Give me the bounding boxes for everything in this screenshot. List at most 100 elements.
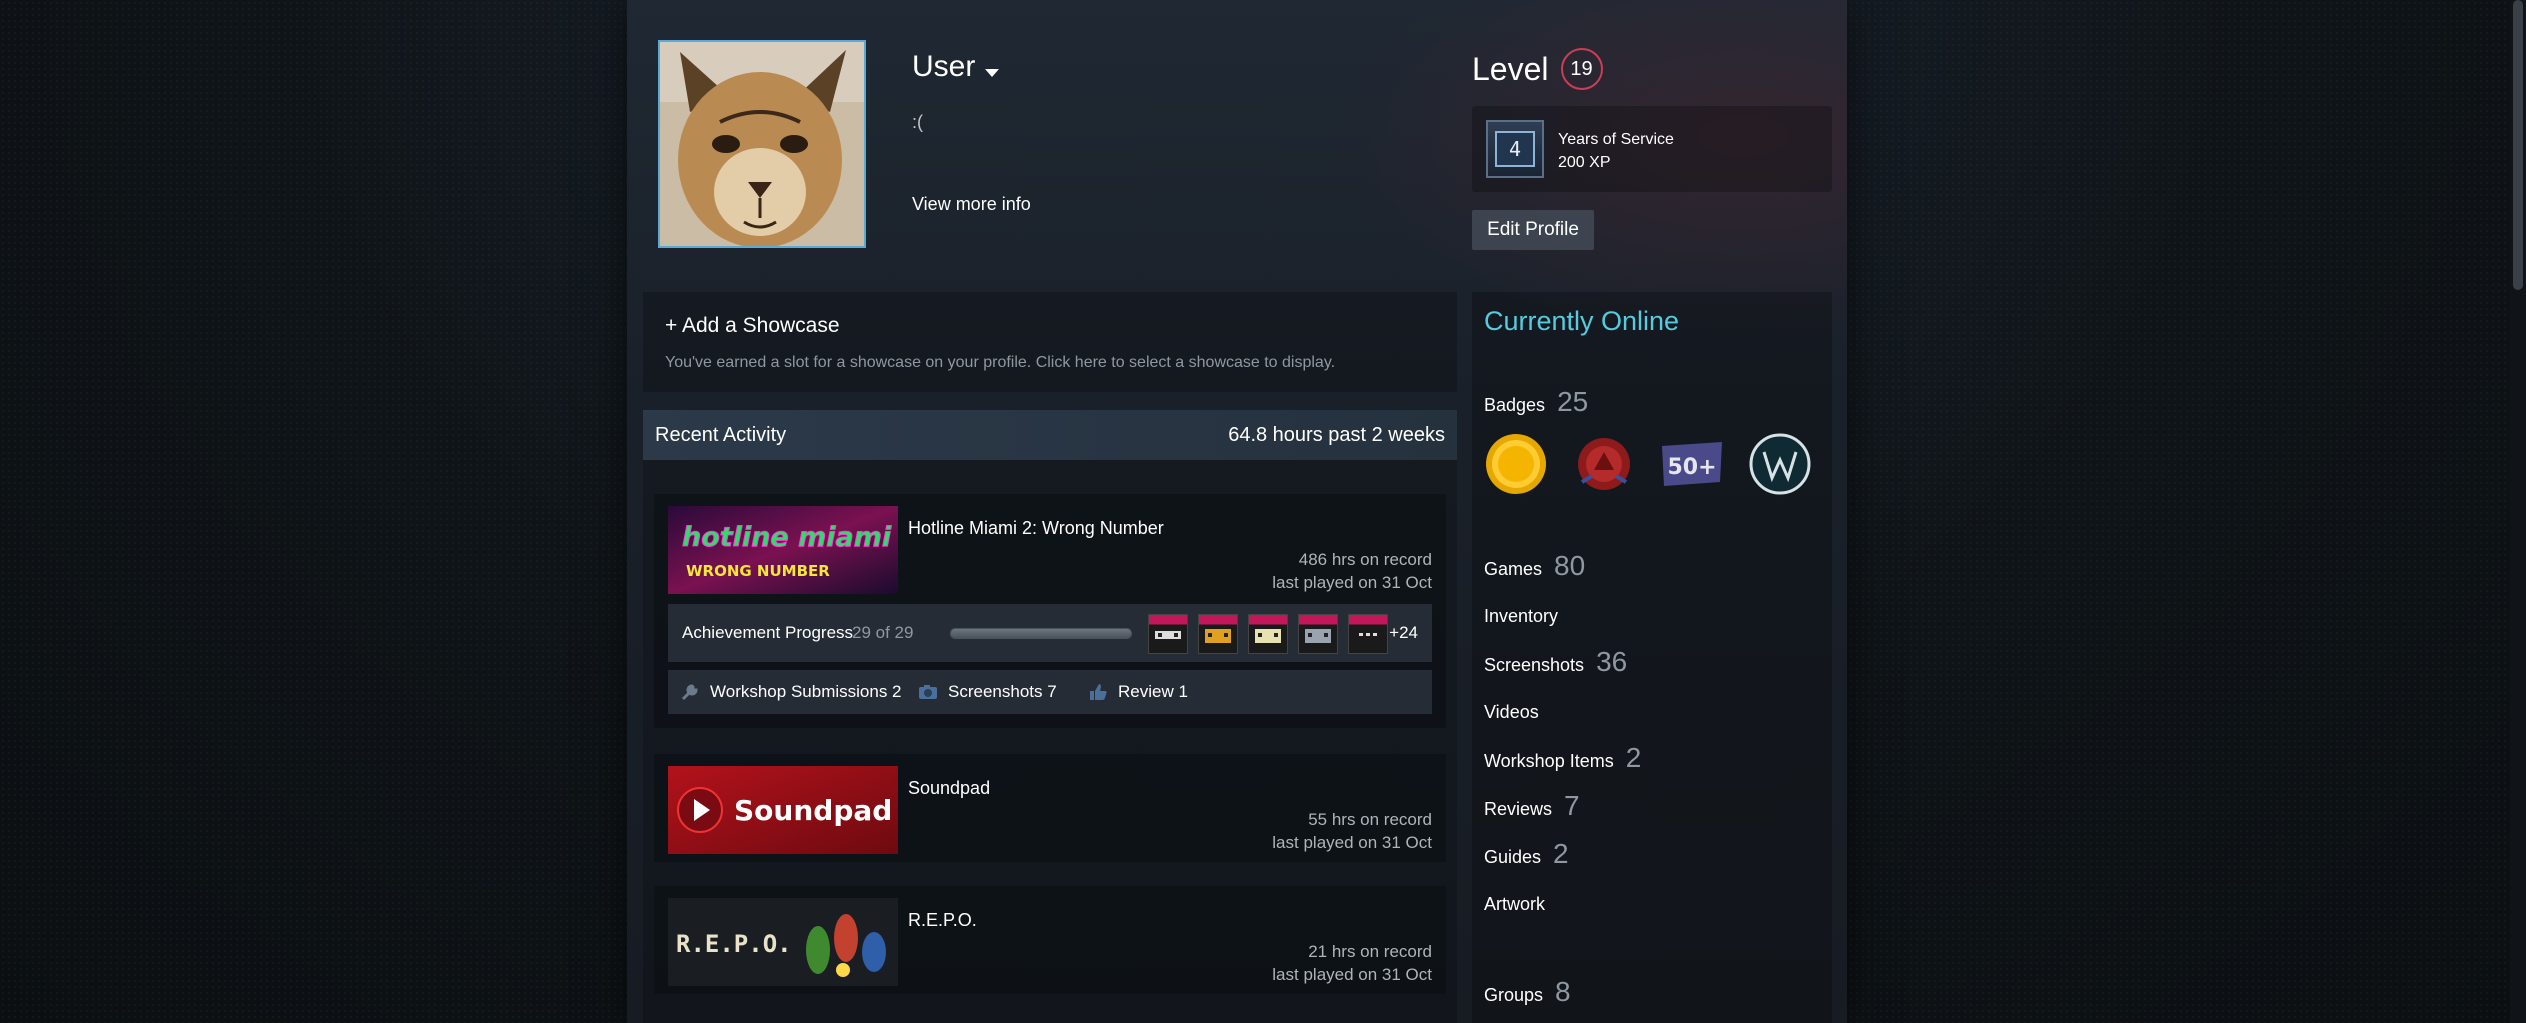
game-entry-hotline-miami-2: hotline miami 2 WRONG NUMBER Hotline Mia… xyxy=(654,494,1446,728)
games-label: Games xyxy=(1484,559,1543,579)
level-label: Level xyxy=(1472,50,1549,87)
workshop-items-label: Workshop Items xyxy=(1484,751,1614,771)
reviews-label: Reviews xyxy=(1484,799,1553,819)
last-played: last played on 31 Oct xyxy=(1272,965,1432,984)
achievement-icon[interactable] xyxy=(1348,614,1388,654)
badges-link[interactable]: Badges 25 xyxy=(1484,386,1588,418)
hours-on-record: 55 hrs on record xyxy=(1308,810,1432,829)
artwork-label: Artwork xyxy=(1484,894,1546,914)
persona-name-dropdown[interactable]: User xyxy=(912,50,1000,84)
gold-coin-badge-icon[interactable] xyxy=(1484,432,1548,496)
badges-label: Badges xyxy=(1484,395,1546,415)
recent-activity-title: Recent Activity xyxy=(655,424,787,446)
guides-label: Guides xyxy=(1484,847,1542,867)
profile-level: Level 19 xyxy=(1472,48,1603,90)
add-showcase-description: You've earned a slot for a showcase on y… xyxy=(665,354,1336,371)
fifty-plus-badge-icon[interactable]: 50+ xyxy=(1660,432,1724,496)
years-of-service-icon: 4 xyxy=(1486,120,1544,178)
fifty-plus-text: 50+ xyxy=(1667,455,1716,480)
game-name[interactable]: Hotline Miami 2: Wrong Number xyxy=(908,518,1164,539)
game-capsule-repo[interactable]: R.E.P.O. xyxy=(668,898,898,986)
more-achievements-count[interactable]: +24 xyxy=(1389,623,1418,643)
soundpad-capsule-title: Soundpad xyxy=(734,794,892,827)
screenshots-label: Screenshots 7 xyxy=(948,682,1057,701)
game-hours: 21 hrs on record last played on 31 Oct xyxy=(1272,940,1432,986)
camera-icon xyxy=(919,685,937,699)
recent-activity-hours: 64.8 hours past 2 weeks xyxy=(1228,424,1445,446)
workshop-items-count: 2 xyxy=(1625,742,1642,773)
service-xp: 200 XP xyxy=(1558,154,1611,171)
achievement-icon[interactable] xyxy=(1298,614,1338,654)
service-title: Years of Service xyxy=(1558,131,1674,148)
screenshots-sidebar-label: Screenshots xyxy=(1484,655,1585,675)
view-more-info-link[interactable]: View more info xyxy=(912,194,1031,215)
game-capsule-soundpad[interactable]: Soundpad xyxy=(668,766,898,854)
reviews-count: 7 xyxy=(1564,790,1580,821)
last-played: last played on 31 Oct xyxy=(1272,573,1432,592)
caracal-avatar-image xyxy=(660,42,864,246)
badge-collection: 50+ xyxy=(1484,432,1814,498)
achievement-icon[interactable] xyxy=(1198,614,1238,654)
achievement-progress-bar xyxy=(950,628,1132,639)
game-capsule-hotline-miami-2[interactable]: hotline miami 2 WRONG NUMBER xyxy=(668,506,898,594)
videos-label: Videos xyxy=(1484,702,1539,722)
profile-avatar[interactable] xyxy=(658,40,866,248)
game-hours: 486 hrs on record last played on 31 Oct xyxy=(1272,548,1432,594)
scrollbar-thumb[interactable] xyxy=(2513,0,2523,290)
profile-summary: :( xyxy=(912,112,923,132)
hotline-capsule-title: hotline miami 2 xyxy=(682,522,898,553)
years-of-service-badge[interactable]: 4 Years of Service 200 XP xyxy=(1472,106,1832,192)
games-link[interactable]: Games 80 xyxy=(1484,550,1585,582)
add-showcase-panel[interactable]: + Add a Showcase You've earned a slot fo… xyxy=(643,292,1457,392)
recent-activity-header: Recent Activity 64.8 hours past 2 weeks xyxy=(643,410,1457,460)
achievement-progress-fill xyxy=(951,629,1131,638)
profile-sidebar: Currently Online Badges 25 50+ Games 80 … xyxy=(1472,292,1832,1023)
thumbs-up-icon xyxy=(1090,684,1107,700)
game-stats-row: Workshop Submissions 2 Screenshots 7 Rev… xyxy=(668,670,1432,714)
achievement-progress-row[interactable]: Achievement Progress 29 of 29 +24 xyxy=(668,604,1432,662)
edit-profile-button[interactable]: Edit Profile xyxy=(1472,210,1594,250)
groups-link[interactable]: Groups 8 xyxy=(1484,976,1571,1008)
years-of-service-number: 4 xyxy=(1495,131,1535,167)
inventory-link[interactable]: Inventory xyxy=(1484,606,1558,627)
game-hours: 55 hrs on record last played on 31 Oct xyxy=(1272,808,1432,854)
wrench-icon xyxy=(681,684,698,701)
workshop-items-link[interactable]: Workshop Items 2 xyxy=(1484,742,1641,774)
guides-link[interactable]: Guides 2 xyxy=(1484,838,1569,870)
online-status: Currently Online xyxy=(1484,306,1680,336)
screenshots-sidebar-link[interactable]: Screenshots 36 xyxy=(1484,646,1627,678)
screenshots-count: 36 xyxy=(1596,646,1628,677)
game-name[interactable]: R.E.P.O. xyxy=(908,910,977,931)
groups-count: 8 xyxy=(1555,976,1571,1007)
red-seal-badge-icon[interactable] xyxy=(1572,432,1636,496)
guides-count: 2 xyxy=(1553,838,1569,869)
reviews-link[interactable]: Reviews 7 xyxy=(1484,790,1580,822)
years-of-service-text: Years of Service 200 XP xyxy=(1558,128,1674,174)
achievement-progress-label: Achievement Progress xyxy=(682,623,854,642)
review-link[interactable]: Review 1 xyxy=(1088,682,1188,702)
videos-link[interactable]: Videos xyxy=(1484,702,1539,723)
achievement-icon[interactable] xyxy=(1148,614,1188,654)
badges-count: 25 xyxy=(1557,386,1589,417)
artwork-link[interactable]: Artwork xyxy=(1484,894,1545,915)
inventory-label: Inventory xyxy=(1484,606,1559,626)
add-showcase-title[interactable]: + Add a Showcase xyxy=(665,314,840,338)
watch-dogs-badge-icon[interactable] xyxy=(1748,432,1812,496)
workshop-submissions-label: Workshop Submissions 2 xyxy=(710,682,902,701)
achievement-icon[interactable] xyxy=(1248,614,1288,654)
last-played: last played on 31 Oct xyxy=(1272,833,1432,852)
review-label: Review 1 xyxy=(1118,682,1188,701)
screenshots-link[interactable]: Screenshots 7 xyxy=(918,682,1057,702)
level-badge[interactable]: 19 xyxy=(1560,48,1603,90)
game-entry-repo: R.E.P.O. R.E.P.O. 21 hrs on record last … xyxy=(654,886,1446,994)
workshop-submissions-link[interactable]: Workshop Submissions 2 xyxy=(680,682,902,702)
games-count: 80 xyxy=(1554,550,1586,581)
groups-label: Groups xyxy=(1484,985,1544,1005)
hotline-capsule-sub: WRONG NUMBER xyxy=(686,562,830,580)
achievement-count: 29 of 29 xyxy=(852,623,914,642)
game-name[interactable]: Soundpad xyxy=(908,778,990,799)
game-entry-soundpad: Soundpad Soundpad 55 hrs on record last … xyxy=(654,754,1446,862)
repo-capsule-title: R.E.P.O. xyxy=(676,930,792,958)
hours-on-record: 486 hrs on record xyxy=(1298,550,1432,569)
page-scrollbar[interactable] xyxy=(2510,0,2526,1023)
